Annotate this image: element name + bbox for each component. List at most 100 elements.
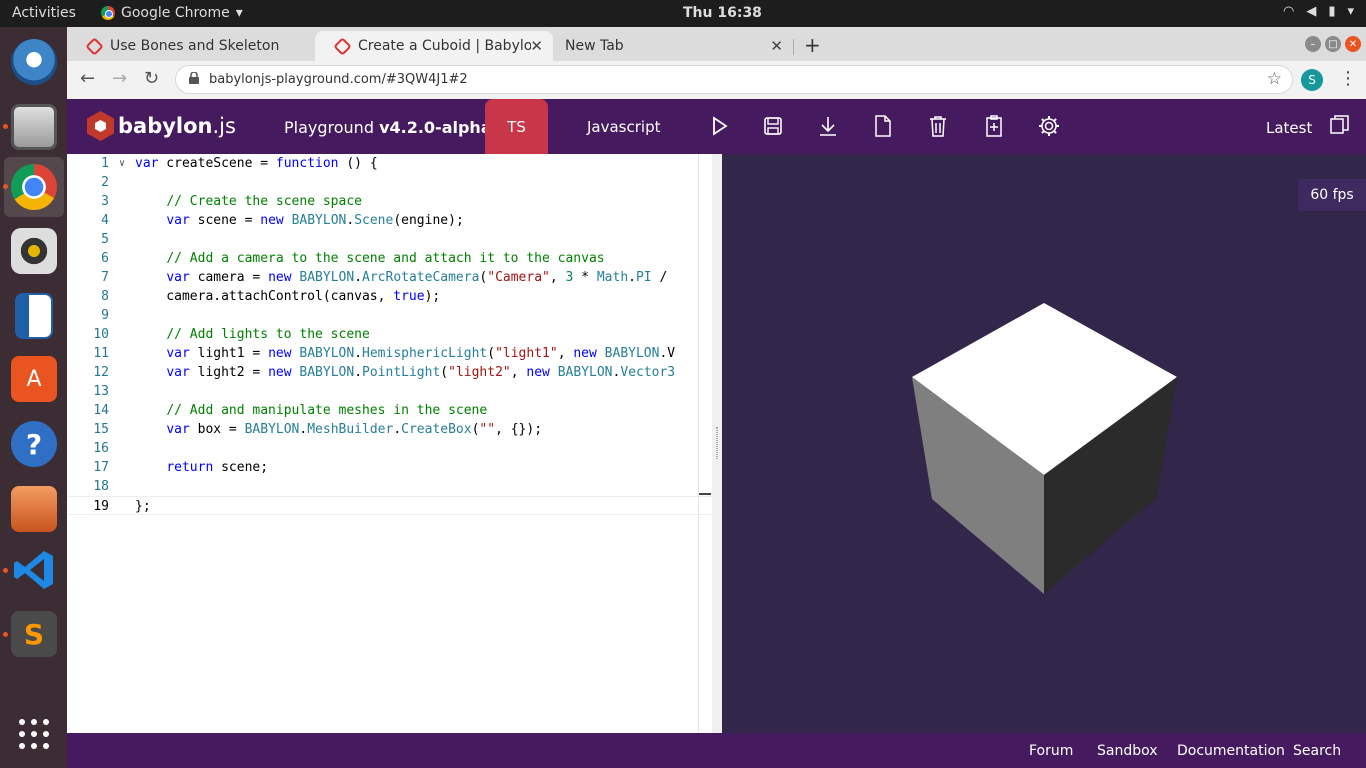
tab-strip: Use Bones and Skeletons Create a Cuboid … — [67, 27, 1366, 61]
code-line[interactable]: 6 // Add a camera to the scene and attac… — [67, 249, 712, 268]
system-top-bar: Activities Google Chrome ▾ Thu 16:38 ◠ ◀… — [0, 0, 1366, 27]
dock-vscode[interactable] — [4, 540, 64, 600]
code-line[interactable]: 18 — [67, 477, 712, 496]
software-icon: A — [11, 356, 57, 402]
line-number: 2 — [101, 175, 109, 190]
rendered-cube — [912, 303, 1177, 594]
url-text: babylonjs-playground.com/#3QW4J1#2 — [209, 72, 468, 87]
minimize-button[interactable]: – — [1305, 36, 1321, 52]
code-line[interactable]: 7 var camera = new BABYLON.ArcRotateCame… — [67, 268, 712, 287]
code-line[interactable]: 14 // Add and manipulate meshes in the s… — [67, 401, 712, 420]
babylon-logo-icon — [87, 111, 114, 141]
grid-icon — [19, 719, 49, 749]
running-indicator — [3, 632, 8, 637]
dock-chrome[interactable] — [4, 157, 64, 217]
tab-create-cuboid[interactable]: Create a Cuboid | Babylon ✕ — [315, 31, 553, 61]
dock-sublime[interactable]: S — [4, 604, 64, 664]
dock-writer[interactable] — [4, 286, 64, 346]
wifi-icon: ◠ — [1282, 4, 1295, 19]
help-icon: ? — [11, 421, 57, 467]
profile-avatar[interactable]: S — [1301, 69, 1323, 91]
close-window-button[interactable]: ✕ — [1345, 36, 1361, 52]
dock-thunderbird[interactable] — [4, 32, 64, 92]
line-number: 16 — [93, 441, 109, 456]
bookmark-star-icon[interactable]: ☆ — [1267, 69, 1282, 89]
footer-link-forum[interactable]: Forum — [1029, 743, 1073, 759]
code-line[interactable]: 17 return scene; — [67, 458, 712, 477]
tab-bones-skeletons[interactable]: Use Bones and Skeletons — [67, 31, 315, 61]
code-text: var camera = new BABYLON.ArcRotateCamera… — [166, 270, 668, 285]
app-menu[interactable]: Google Chrome ▾ — [101, 5, 243, 21]
dock-help[interactable]: ? — [4, 414, 64, 474]
run-icon[interactable] — [708, 115, 730, 137]
close-icon[interactable]: ✕ — [530, 37, 543, 55]
activities-button[interactable]: Activities — [12, 5, 76, 21]
chrome-menu-icon[interactable]: ⋮ — [1339, 68, 1357, 89]
code-text: var light2 = new BABYLON.PointLight("lig… — [166, 365, 676, 380]
render-canvas[interactable]: 60 fps — [722, 154, 1366, 733]
examples-icon[interactable] — [1329, 114, 1351, 136]
maximize-button[interactable]: □ — [1325, 36, 1341, 52]
tab-typescript[interactable]: TS — [485, 99, 548, 154]
code-line[interactable]: 5 — [67, 230, 712, 249]
playground-title: Playground v4.2.0-alpha.2 — [284, 118, 509, 137]
dock-archive[interactable] — [4, 479, 64, 539]
code-line[interactable]: 19}; — [67, 496, 712, 515]
tab-new-tab[interactable]: New Tab ✕ — [553, 31, 793, 61]
line-number: 12 — [93, 365, 109, 380]
code-line[interactable]: 15 var box = BABYLON.MeshBuilder.CreateB… — [67, 420, 712, 439]
code-line[interactable]: 16 — [67, 439, 712, 458]
forward-button[interactable]: → — [112, 68, 127, 89]
clear-trash-icon[interactable] — [927, 115, 949, 137]
code-line[interactable]: 12 var light2 = new BABYLON.PointLight("… — [67, 363, 712, 382]
code-text: }; — [135, 499, 151, 514]
engine-version-select[interactable]: Latest — [1266, 119, 1312, 137]
line-number: 10 — [93, 327, 109, 342]
clock[interactable]: Thu 16:38 — [683, 5, 762, 21]
code-line[interactable]: 13 — [67, 382, 712, 401]
system-tray[interactable]: ◠ ◀ ▮ ▾ — [1283, 4, 1354, 19]
code-line[interactable]: 2 — [67, 173, 712, 192]
dock-software[interactable]: A — [4, 349, 64, 409]
show-applications-button[interactable] — [4, 704, 64, 764]
code-editor[interactable]: 1 ∨ var createScene = function () { 2 3 // C… — [67, 154, 712, 733]
code-text: var box = BABYLON.MeshBuilder.CreateBox(… — [166, 422, 543, 437]
footer-link-search[interactable]: Search — [1293, 743, 1341, 759]
pane-splitter[interactable] — [712, 154, 722, 733]
format-code-icon[interactable] — [983, 115, 1005, 137]
reload-button[interactable]: ↻ — [144, 68, 159, 89]
rhythmbox-icon — [11, 228, 57, 274]
archive-icon — [11, 486, 57, 532]
dock-files[interactable] — [4, 97, 64, 157]
code-line[interactable]: 11 var light1 = new BABYLON.HemisphericL… — [67, 344, 712, 363]
footer-link-sandbox[interactable]: Sandbox — [1097, 743, 1158, 759]
code-line[interactable]: 4 var scene = new BABYLON.Scene(engine); — [67, 211, 712, 230]
back-button[interactable]: ← — [80, 68, 95, 89]
save-icon[interactable] — [762, 115, 784, 137]
babylon-logo[interactable]: babylon.js — [87, 111, 236, 141]
code-line[interactable]: 10 // Add lights to the scene — [67, 325, 712, 344]
line-number: 15 — [93, 422, 109, 437]
settings-gear-icon[interactable] — [1038, 115, 1060, 137]
download-icon[interactable] — [817, 115, 839, 137]
close-icon[interactable]: ✕ — [770, 37, 783, 55]
code-text: return scene; — [166, 460, 269, 475]
code-line[interactable]: 1 ∨ var createScene = function () { — [67, 154, 712, 173]
tab-javascript[interactable]: Javascript — [587, 118, 660, 136]
files-icon — [11, 104, 57, 150]
line-number: 14 — [93, 403, 109, 418]
fold-chevron-icon[interactable]: ∨ — [119, 154, 125, 173]
new-tab-button[interactable]: + — [804, 33, 821, 57]
code-line[interactable]: 8 camera.attachControl(canvas, true); — [67, 287, 712, 306]
sublime-icon: S — [11, 611, 57, 657]
playground-header: babylon.js Playground v4.2.0-alpha.2 TS … — [67, 99, 1366, 154]
new-file-icon[interactable] — [872, 115, 894, 137]
code-line[interactable]: 3 // Create the scene space — [67, 192, 712, 211]
footer-link-documentation[interactable]: Documentation — [1177, 743, 1285, 759]
code-line[interactable]: 9 — [67, 306, 712, 325]
dock-rhythmbox[interactable] — [4, 221, 64, 281]
lock-icon — [189, 72, 199, 84]
line-number: 9 — [101, 308, 109, 323]
vscode-icon — [11, 547, 57, 593]
address-bar[interactable]: babylonjs-playground.com/#3QW4J1#2 ☆ — [175, 65, 1293, 94]
